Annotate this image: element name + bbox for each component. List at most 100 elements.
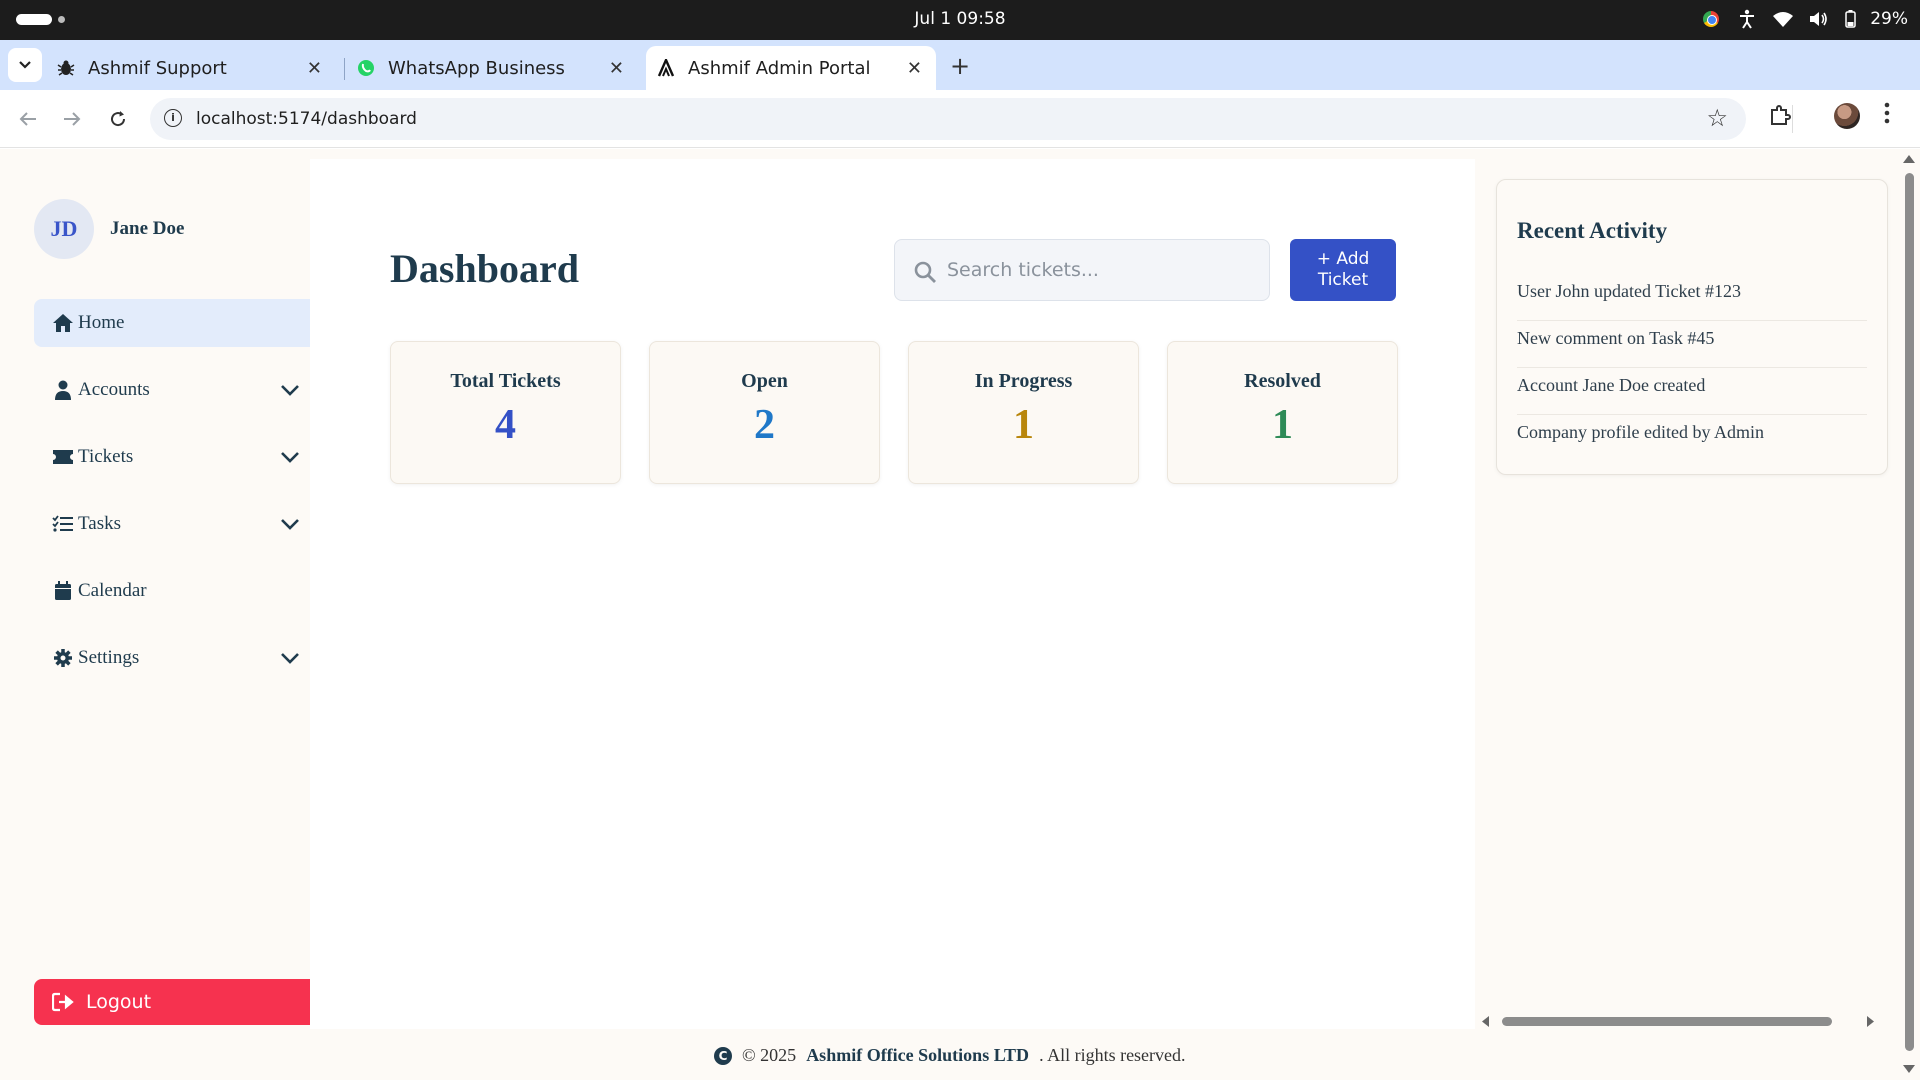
stats-cards: Total Tickets 4 Open 2 In Progress 1 Res… xyxy=(390,341,1398,484)
stat-label: Resolved xyxy=(1244,370,1321,392)
tab-ashmif-support[interactable]: Ashmif Support ✕ xyxy=(56,46,336,90)
sign-out-icon xyxy=(52,991,74,1013)
home-icon xyxy=(52,312,74,334)
chevron-down-icon[interactable] xyxy=(278,646,302,670)
sidebar-item-label: Tasks xyxy=(78,513,122,534)
accessibility-icon[interactable] xyxy=(1736,8,1758,30)
more-vert-icon xyxy=(1884,102,1890,124)
recent-activity-title: Recent Activity xyxy=(1517,218,1668,243)
search-input[interactable] xyxy=(947,254,1247,286)
add-ticket-label-line2: Ticket xyxy=(1317,270,1369,290)
scroll-left-arrow-icon[interactable] xyxy=(1482,1016,1490,1027)
tab-search-button[interactable] xyxy=(8,48,42,82)
stat-card-open[interactable]: Open 2 xyxy=(649,341,880,484)
stat-value: 1 xyxy=(1272,402,1293,448)
search-box[interactable] xyxy=(894,239,1270,301)
stat-value: 4 xyxy=(495,402,516,448)
sidebar-item-label: Tickets xyxy=(78,446,134,467)
puzzle-icon xyxy=(1771,105,1791,125)
ticket-icon xyxy=(52,446,74,468)
tab-ashmif-admin-portal[interactable]: Ashmif Admin Portal ✕ xyxy=(646,46,936,90)
app-viewport: JD Jane Doe Home Accounts Tickets Tasks … xyxy=(0,149,1920,1080)
add-ticket-button[interactable]: + Add Ticket xyxy=(1290,239,1396,301)
sidebar-item-calendar[interactable]: Calendar xyxy=(34,567,310,615)
address-bar[interactable]: i localhost:5174/dashboard ☆ xyxy=(150,98,1746,140)
scrollbar-thumb[interactable] xyxy=(1502,1017,1832,1026)
site-info-icon[interactable]: i xyxy=(164,109,182,127)
url-text[interactable]: localhost:5174/dashboard xyxy=(196,109,417,129)
horizontal-scrollbar[interactable] xyxy=(1480,1012,1880,1030)
footer-text: C © 2025 Ashmif Office Solutions LTD . A… xyxy=(714,1045,1186,1066)
scroll-up-arrow-icon[interactable] xyxy=(1903,155,1915,163)
scroll-down-arrow-icon[interactable] xyxy=(1903,1065,1915,1073)
search-icon xyxy=(914,261,936,283)
chevron-down-icon[interactable] xyxy=(278,378,302,402)
new-tab-button[interactable]: + xyxy=(950,52,970,80)
browser-menu-button[interactable] xyxy=(1884,102,1890,124)
page-title: Dashboard xyxy=(390,246,579,291)
tab-whatsapp-business[interactable]: WhatsApp Business ✕ xyxy=(356,46,638,90)
bookmark-star-icon[interactable]: ☆ xyxy=(1706,104,1728,132)
stat-card-in-progress[interactable]: In Progress 1 xyxy=(908,341,1139,484)
logout-label: Logout xyxy=(86,991,152,1013)
toolbar-divider xyxy=(1792,105,1793,133)
profile-avatar-button[interactable] xyxy=(1834,103,1860,129)
list-item: Company profile edited by Admin xyxy=(1517,422,1764,442)
wifi-icon[interactable] xyxy=(1772,8,1794,30)
close-icon[interactable]: ✕ xyxy=(907,58,922,79)
sidebar-item-accounts[interactable]: Accounts xyxy=(34,366,310,414)
scroll-right-arrow-icon[interactable] xyxy=(1866,1016,1874,1027)
chrome-tray-icon[interactable] xyxy=(1700,8,1722,30)
list-item: New comment on Task #45 xyxy=(1517,321,1867,368)
stat-card-total-tickets[interactable]: Total Tickets 4 xyxy=(390,341,621,484)
back-button[interactable] xyxy=(14,105,42,133)
chevron-down-icon[interactable] xyxy=(278,512,302,536)
sidebar-item-label: Home xyxy=(78,312,125,333)
stat-value: 1 xyxy=(1013,402,1034,448)
scrollbar-thumb[interactable] xyxy=(1905,173,1914,1051)
os-clock[interactable]: Jul 1 09:58 xyxy=(0,9,1920,29)
gear-icon xyxy=(52,647,74,669)
chevron-down-icon[interactable] xyxy=(278,445,302,469)
footer-year: © 2025 xyxy=(742,1045,797,1065)
system-tray[interactable]: 29% xyxy=(1700,8,1908,30)
right-panel: Recent Activity User John updated Ticket… xyxy=(1476,149,1896,1029)
user-icon xyxy=(52,379,74,401)
task-list-icon xyxy=(52,513,74,535)
reload-button[interactable] xyxy=(104,105,132,133)
sidebar-item-settings[interactable]: Settings xyxy=(34,634,310,682)
bug-icon xyxy=(56,58,76,78)
activity-list: User John updated Ticket #123 New commen… xyxy=(1517,274,1867,462)
sidebar-nav: Home Accounts Tickets Tasks Calendar Set… xyxy=(34,299,310,701)
stat-card-resolved[interactable]: Resolved 1 xyxy=(1167,341,1398,484)
sidebar-item-tasks[interactable]: Tasks xyxy=(34,500,310,548)
sidebar: JD Jane Doe Home Accounts Tickets Tasks … xyxy=(0,149,310,1029)
browser-tab-strip: Ashmif Support ✕ WhatsApp Business ✕ Ash… xyxy=(0,40,1920,90)
logout-button[interactable]: Logout xyxy=(34,979,310,1025)
tab-title: Ashmif Admin Portal xyxy=(688,57,871,79)
sidebar-item-tickets[interactable]: Tickets xyxy=(34,433,310,481)
arrow-right-icon xyxy=(64,112,81,126)
sidebar-item-label: Calendar xyxy=(78,580,147,601)
list-item: Account Jane Doe created xyxy=(1517,368,1867,415)
sidebar-item-home[interactable]: Home xyxy=(34,299,310,347)
stat-label: In Progress xyxy=(974,370,1073,392)
close-icon[interactable]: ✕ xyxy=(307,58,322,79)
extensions-button[interactable] xyxy=(1768,103,1792,127)
avatar xyxy=(1834,103,1860,129)
page-footer: C © 2025 Ashmif Office Solutions LTD . A… xyxy=(0,1029,1898,1080)
chevron-down-icon xyxy=(19,61,31,69)
reload-icon xyxy=(111,111,126,127)
close-icon[interactable]: ✕ xyxy=(609,58,624,79)
vertical-scrollbar[interactable] xyxy=(1898,149,1920,1080)
tab-title: Ashmif Support xyxy=(88,57,227,79)
user-name: Jane Doe xyxy=(110,218,185,239)
browser-toolbar: i localhost:5174/dashboard ☆ xyxy=(0,90,1920,148)
stat-value: 2 xyxy=(754,402,775,448)
avatar: JD xyxy=(34,199,94,259)
forward-button[interactable] xyxy=(58,105,86,133)
list-item: User John updated Ticket #123 xyxy=(1517,274,1867,321)
user-profile[interactable]: JD Jane Doe xyxy=(34,199,184,259)
volume-icon[interactable] xyxy=(1808,8,1830,30)
battery-icon[interactable] xyxy=(1844,8,1856,30)
